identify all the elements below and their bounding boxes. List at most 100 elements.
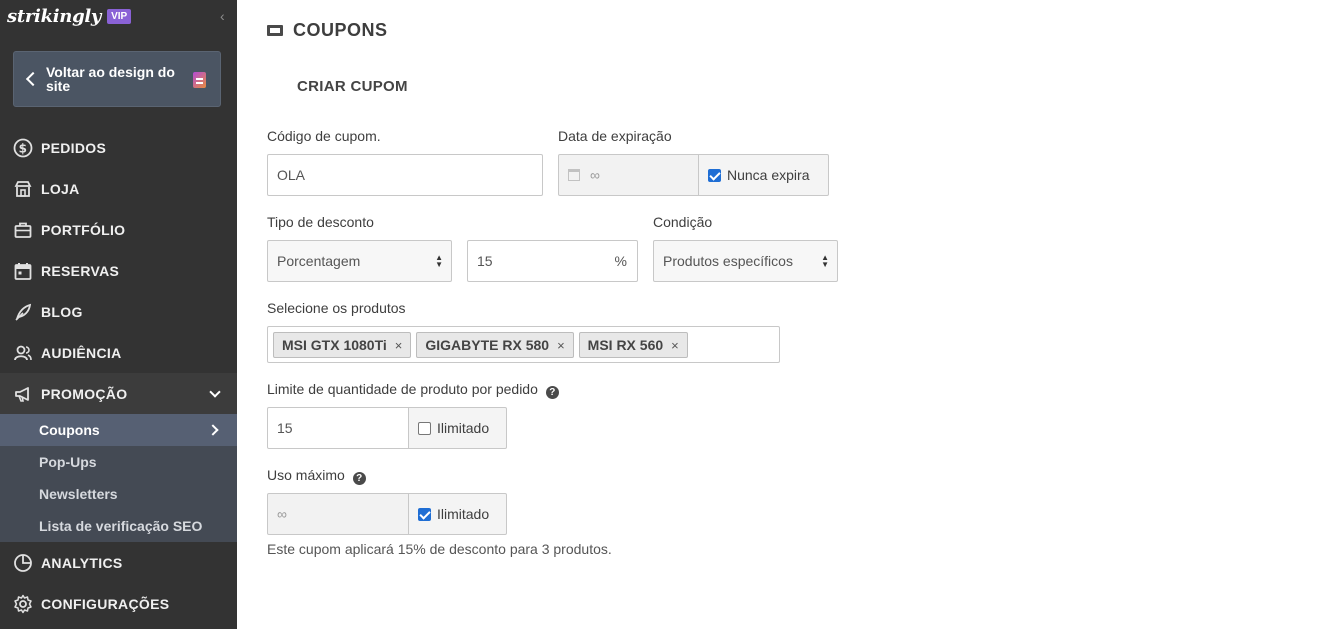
sidebar-item-label: BLOG [41,303,83,320]
sidebar-item-portfolio[interactable]: PORTFÓLIO [0,209,237,250]
help-icon[interactable]: ? [352,472,366,485]
brand[interactable]: strikingly VIP [7,3,132,29]
product-tag: MSI RX 560 × [578,332,688,358]
product-tag: GIGABYTE RX 580 × [416,332,574,358]
products-select[interactable]: MSI GTX 1080Ti × GIGABYTE RX 580 × MSI R… [267,326,780,363]
submenu-item-label: Pop-Ups [39,454,97,470]
sidebar-item-label: LOJA [41,180,80,197]
sidebar-nav: $ PEDIDOS LOJA PORTFÓLIO RESERVAS BLOG A… [0,127,237,624]
qty-unlimited-label: Ilimitado [437,420,490,436]
product-tag-label: MSI RX 560 [587,337,664,353]
sidebar-item-configuracoes[interactable]: CONFIGURAÇÕES [0,583,237,624]
sidebar-item-promocao[interactable]: PROMOÇÃO [0,373,237,414]
page-icon [193,72,206,88]
chevron-left-icon [25,71,41,87]
qty-unlimited-checkbox[interactable] [418,421,431,435]
qty-limit-input[interactable]: 15 [267,407,409,449]
main-content: COUPONS CRIAR CUPOM Código de cupom. OLA… [237,0,1319,629]
discount-amount-value: 15 [477,253,493,269]
never-expires-toggle[interactable]: Nunca expira [698,154,829,196]
sidebar-item-label: ANALYTICS [41,554,123,571]
discount-type-value: Porcentagem [277,253,361,269]
qty-limit-label: Limite de quantidade de produto por pedi… [267,381,538,397]
condition-label: Condição [653,214,713,230]
sidebar-item-reservas[interactable]: RESERVAS [0,250,237,291]
users-icon [13,343,33,363]
section-title: CRIAR CUPOM [297,78,408,95]
remove-tag-icon[interactable]: × [671,338,679,353]
submenu-item-seo-checklist[interactable]: Lista de verificação SEO [0,510,237,542]
max-use-label-row: Uso máximo ? [267,467,366,485]
select-arrows-icon: ▲ ▼ [435,253,443,269]
max-use-label: Uso máximo [267,467,345,483]
sidebar-item-label: PROMOÇÃO [41,385,128,402]
max-use-unlimited-toggle[interactable]: Ilimitado [408,493,507,535]
never-expires-label: Nunca expira [727,167,810,183]
page-title: COUPONS [267,20,388,41]
store-icon [13,179,33,199]
svg-text:$: $ [19,141,28,155]
discount-amount-input[interactable]: 15 % [467,240,638,282]
calendar-icon [13,261,33,281]
coupon-code-input[interactable]: OLA [267,154,543,196]
gear-icon [13,594,33,614]
back-to-design-button[interactable]: Voltar ao design do site [13,51,221,107]
expiry-date-label: Data de expiração [558,128,672,144]
sidebar-item-label: PEDIDOS [41,139,107,156]
product-tag-label: MSI GTX 1080Ti [282,337,387,353]
brand-logo: strikingly [7,5,102,27]
max-use-input[interactable]: ∞ [267,493,409,535]
submenu-item-label: Coupons [39,422,100,438]
discount-type-label: Tipo de desconto [267,214,374,230]
sidebar-item-blog[interactable]: BLOG [0,291,237,332]
expiry-date-value: ∞ [590,167,600,183]
qty-limit-label-row: Limite de quantidade de produto por pedi… [267,381,559,399]
help-icon[interactable]: ? [545,386,559,399]
discount-type-select[interactable]: Porcentagem ▲ ▼ [267,240,452,282]
sidebar-item-label: PORTFÓLIO [41,221,126,238]
sidebar-item-label: RESERVAS [41,262,120,279]
submenu-item-newsletters[interactable]: Newsletters [0,478,237,510]
dollar-circle-icon: $ [13,138,33,158]
product-tag: MSI GTX 1080Ti × [273,332,412,358]
sidebar-item-label: AUDIÊNCIA [41,344,122,361]
briefcase-icon [13,220,33,240]
coupon-code-label: Código de cupom. [267,128,381,144]
sidebar-item-loja[interactable]: LOJA [0,168,237,209]
sidebar: strikingly VIP ‹ Voltar ao design do sit… [0,0,237,629]
vip-badge: VIP [107,8,132,24]
calendar-icon [568,169,580,181]
remove-tag-icon[interactable]: × [395,338,403,353]
collapse-sidebar-icon[interactable]: ‹ [220,8,225,24]
percent-unit: % [614,253,627,269]
submenu-item-label: Lista de verificação SEO [39,518,203,534]
products-label: Selecione os produtos [267,300,406,316]
qty-unlimited-toggle[interactable]: Ilimitado [408,407,507,449]
chevron-right-icon [207,424,219,436]
coupon-summary-text: Este cupom aplicará 15% de desconto para… [267,541,612,557]
submenu-item-popups[interactable]: Pop-Ups [0,446,237,478]
feather-icon [13,302,33,322]
sidebar-item-pedidos[interactable]: $ PEDIDOS [0,127,237,168]
sidebar-item-audiencia[interactable]: AUDIÊNCIA [0,332,237,373]
remove-tag-icon[interactable]: × [557,338,565,353]
chevron-down-icon [209,385,221,398]
max-use-unlimited-label: Ilimitado [437,506,490,522]
never-expires-checkbox[interactable] [708,168,721,182]
condition-select[interactable]: Produtos específicos ▲ ▼ [653,240,838,282]
product-tag-label: GIGABYTE RX 580 [425,337,550,353]
sidebar-item-analytics[interactable]: ANALYTICS [0,542,237,583]
page-title-text: COUPONS [293,20,388,40]
max-use-unlimited-checkbox[interactable] [418,507,431,521]
sidebar-item-label: CONFIGURAÇÕES [41,595,170,612]
select-arrows-icon: ▲ ▼ [821,253,829,269]
promocao-submenu: Coupons Pop-Ups Newsletters Lista de ver… [0,414,237,542]
condition-value: Produtos específicos [663,253,793,269]
back-to-design-label: Voltar ao design do site [46,64,175,94]
pie-chart-icon [13,553,33,573]
ticket-icon [267,25,283,36]
submenu-item-coupons[interactable]: Coupons [0,414,237,446]
expiry-date-input[interactable]: ∞ [558,154,699,196]
megaphone-icon [13,384,33,404]
submenu-item-label: Newsletters [39,486,118,502]
